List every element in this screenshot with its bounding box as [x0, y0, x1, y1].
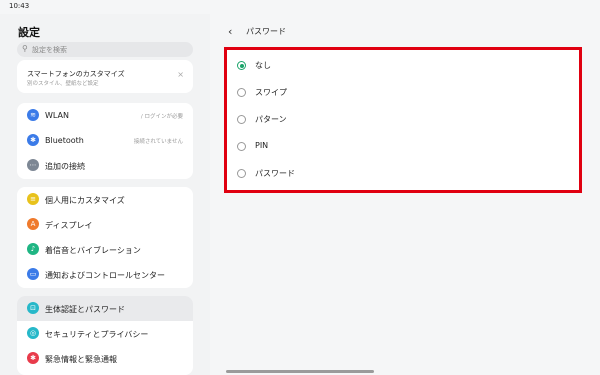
sidebar-item-label: 着信音とバイブレーション: [45, 246, 141, 255]
sidebar-item-label: セキュリティとプライバシー: [45, 330, 149, 339]
display-icon: A: [27, 218, 39, 230]
radio-icon[interactable]: [237, 88, 246, 97]
option-label: PIN: [255, 141, 269, 150]
network-group: ≋ WLAN / ログインが必要 ✱ Bluetooth 接続されていません ⋯…: [17, 103, 193, 179]
settings-sidebar: 設定 ⚲ 設定を検索 スマートフォンのカスタマイズ 別のスタイル、壁紙など設定 …: [0, 14, 210, 375]
bluetooth-status: 接続されていません: [133, 139, 183, 145]
option-label: スワイプ: [255, 88, 287, 97]
sound-icon: ♪: [27, 243, 39, 255]
customize-promo-card[interactable]: スマートフォンのカスタマイズ 別のスタイル、壁紙など設定 ×: [17, 60, 193, 93]
lock-icon: ⊡: [27, 302, 39, 314]
security-group: ⊡ 生体認証とパスワード ◎ セキュリティとプライバシー ✱ 緊急情報と緊急通報: [17, 296, 193, 375]
radio-icon[interactable]: [237, 169, 246, 178]
status-bar: 10:43 ••• ✱ ◌ ≋ ▭: [0, 0, 600, 363]
home-indicator[interactable]: [226, 370, 374, 373]
radio-icon[interactable]: [237, 115, 246, 124]
sidebar-item-label: 生体認証とパスワード: [45, 305, 125, 314]
notification-icon: ▭: [27, 268, 39, 280]
sidebar-item-more-connections[interactable]: ⋯ 追加の接続: [17, 153, 193, 178]
sidebar-item-sound[interactable]: ♪ 着信音とバイブレーション: [17, 237, 193, 262]
sidebar-item-personalize[interactable]: ≡ 個人用にカスタマイズ: [17, 187, 193, 212]
option-none[interactable]: なし: [227, 52, 579, 78]
sidebar-item-label: ディスプレイ: [45, 221, 93, 230]
wlan-status: / ログインが必要: [140, 114, 183, 120]
option-pattern[interactable]: パターン: [227, 106, 579, 132]
sidebar-item-label: 緊急情報と緊急通報: [45, 355, 117, 364]
shield-icon: ◎: [27, 327, 39, 339]
detail-pane: ‹ パスワード なし スワイプ パターン PIN パスワード: [210, 14, 600, 375]
emergency-icon: ✱: [27, 352, 39, 364]
status-time: 10:43: [9, 2, 30, 10]
sidebar-item-display[interactable]: A ディスプレイ: [17, 212, 193, 237]
back-icon[interactable]: ‹: [228, 25, 232, 38]
password-options-list: なし スワイプ パターン PIN パスワード: [224, 47, 582, 193]
option-pin[interactable]: PIN: [227, 133, 579, 159]
search-icon: ⚲: [22, 44, 28, 53]
radio-icon[interactable]: [237, 142, 246, 151]
sidebar-item-biometrics-password[interactable]: ⊡ 生体認証とパスワード: [17, 296, 193, 321]
detail-title: パスワード: [246, 27, 286, 36]
sidebar-item-bluetooth[interactable]: ✱ Bluetooth 接続されていません: [17, 128, 193, 153]
option-label: なし: [255, 61, 271, 70]
sidebar-item-label: 個人用にカスタマイズ: [45, 196, 125, 205]
close-icon[interactable]: ×: [177, 70, 184, 79]
sidebar-item-wlan[interactable]: ≋ WLAN / ログインが必要: [17, 103, 193, 128]
sidebar-item-label: 追加の接続: [45, 162, 85, 171]
promo-title: スマートフォンのカスタマイズ: [27, 70, 125, 78]
promo-subtitle: 別のスタイル、壁紙など設定: [27, 81, 99, 87]
search-placeholder: 設定を検索: [32, 46, 67, 54]
more-icon: ⋯: [27, 159, 39, 171]
sidebar-item-label: WLAN: [45, 111, 70, 120]
option-label: パスワード: [255, 169, 295, 178]
search-input[interactable]: ⚲ 設定を検索: [17, 42, 193, 57]
page-title: 設定: [18, 26, 40, 39]
sidebar-item-notifications[interactable]: ▭ 通知およびコントロールセンター: [17, 262, 193, 287]
option-label: パターン: [255, 115, 287, 124]
bluetooth-icon: ✱: [27, 134, 39, 146]
sidebar-item-label: 通知およびコントロールセンター: [45, 271, 165, 280]
palette-icon: ≡: [27, 193, 39, 205]
customization-group: ≡ 個人用にカスタマイズ A ディスプレイ ♪ 着信音とバイブレーション ▭ 通…: [17, 187, 193, 288]
option-password[interactable]: パスワード: [227, 160, 579, 186]
sidebar-item-label: Bluetooth: [45, 136, 84, 145]
sidebar-item-emergency[interactable]: ✱ 緊急情報と緊急通報: [17, 346, 193, 371]
sidebar-item-security-privacy[interactable]: ◎ セキュリティとプライバシー: [17, 321, 193, 346]
wifi-icon: ≋: [27, 109, 39, 121]
radio-checked-icon[interactable]: [237, 61, 246, 70]
option-swipe[interactable]: スワイプ: [227, 79, 579, 105]
